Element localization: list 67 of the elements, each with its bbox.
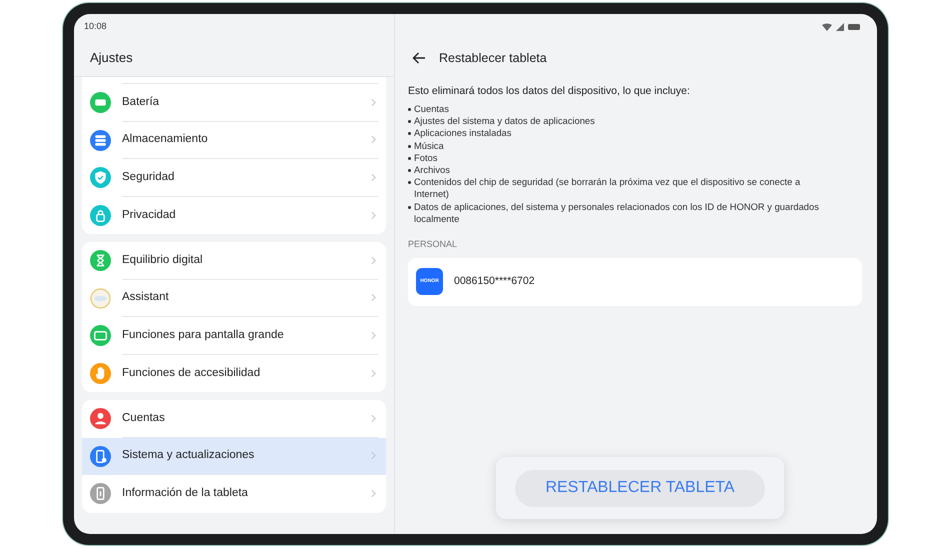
intro-text: Esto eliminará todos los datos del dispositivo, lo que incluye:: [408, 84, 691, 98]
settings-label: Información de la tableta: [122, 486, 249, 502]
back-arrow-icon[interactable]: [412, 52, 426, 64]
settings-label: Seguridad: [122, 170, 176, 185]
bullet-text: Contenidos del chip de seguridad (se borrarán la próxima vez que el dispositivo se conecte a Internet): [414, 176, 802, 201]
chevron-icon: [371, 256, 376, 265]
chevron-icon: [371, 172, 376, 182]
bullet-text: Música: [414, 140, 444, 152]
bullet-text: Aplicaciones instaladas: [414, 127, 512, 140]
chevron-icon: [371, 368, 376, 378]
person-icon: [90, 408, 111, 430]
settings-label: Funciones de accesibilidad: [122, 366, 262, 381]
system-icon: [90, 446, 111, 467]
bullet-text: Cuentas: [414, 103, 449, 116]
chevron-icon: [371, 98, 376, 107]
settings-label: Almacenamiento: [122, 132, 209, 148]
storage-icon: [90, 130, 111, 151]
section-label: PERSONAL: [408, 238, 458, 252]
bullet-text: Fotos: [414, 152, 438, 164]
lock-icon: [90, 204, 111, 226]
chevron-icon: [371, 489, 376, 498]
chevron-icon: [371, 414, 376, 423]
settings-label: Assistant: [122, 290, 170, 306]
bullet-text: Ajustes del sistema y datos de aplicaciones: [414, 115, 595, 128]
chevron-icon: [371, 293, 376, 302]
settings-label: Privacidad: [122, 208, 177, 223]
shield-icon: [90, 167, 111, 188]
settings-label: Cuentas: [122, 410, 166, 426]
chevron-icon: [371, 330, 376, 340]
chevron-icon: [371, 210, 376, 220]
settings-label: Funciones para pantalla grande: [122, 328, 285, 343]
settings-item[interactable]: Equilibrio digital: [82, 242, 386, 280]
hand-icon: [90, 362, 111, 384]
settings-item[interactable]: Seguridad: [82, 159, 386, 196]
bullet-icon: [408, 206, 411, 209]
bullet-icon: [408, 144, 411, 148]
settings-item[interactable]: Información de la tableta: [82, 475, 386, 512]
page-title: Restablecer tableta: [439, 50, 547, 67]
assistant-icon: [90, 288, 111, 309]
settings-item[interactable]: Sistema y actualizaciones: [82, 438, 386, 475]
bullet-icon: [408, 108, 411, 111]
settings-item[interactable]: Funciones de accesibilidad: [82, 354, 386, 392]
hourglass-icon: [90, 250, 111, 272]
info-icon: [90, 483, 111, 504]
bullet-icon: [408, 156, 411, 160]
bullet-icon: [408, 132, 411, 136]
settings-label: Sistema y actualizaciones: [122, 448, 256, 464]
chevron-icon: [371, 451, 376, 460]
bullet-icon: [408, 169, 411, 172]
settings-item[interactable]: Assistant: [82, 280, 386, 317]
settings-item[interactable]: Privacidad: [82, 196, 386, 234]
status-icons: [822, 22, 862, 30]
chevron-icon: [371, 135, 376, 144]
battery-icon: [90, 92, 111, 114]
settings-item[interactable]: Batería: [82, 84, 386, 122]
settings-item[interactable]: Funciones para pantalla grande: [82, 317, 386, 354]
settings-label: Equilibrio digital: [122, 252, 204, 268]
bullet-text: Datos de aplicaciones, del sistema y personales relacionados con los ID de HONOR y guardados localmente: [414, 200, 820, 226]
settings-item[interactable]: Almacenamiento: [82, 122, 386, 159]
bullet-icon: [408, 120, 411, 124]
status-time: 10:08: [84, 20, 107, 33]
bullet-icon: [408, 181, 411, 184]
bullet-text: Archivos: [414, 164, 450, 176]
screen-icon: [90, 325, 111, 346]
account-number: 0086150****6702: [454, 274, 535, 289]
settings-title: Ajustes: [90, 48, 133, 67]
settings-label: Batería: [122, 94, 160, 110]
